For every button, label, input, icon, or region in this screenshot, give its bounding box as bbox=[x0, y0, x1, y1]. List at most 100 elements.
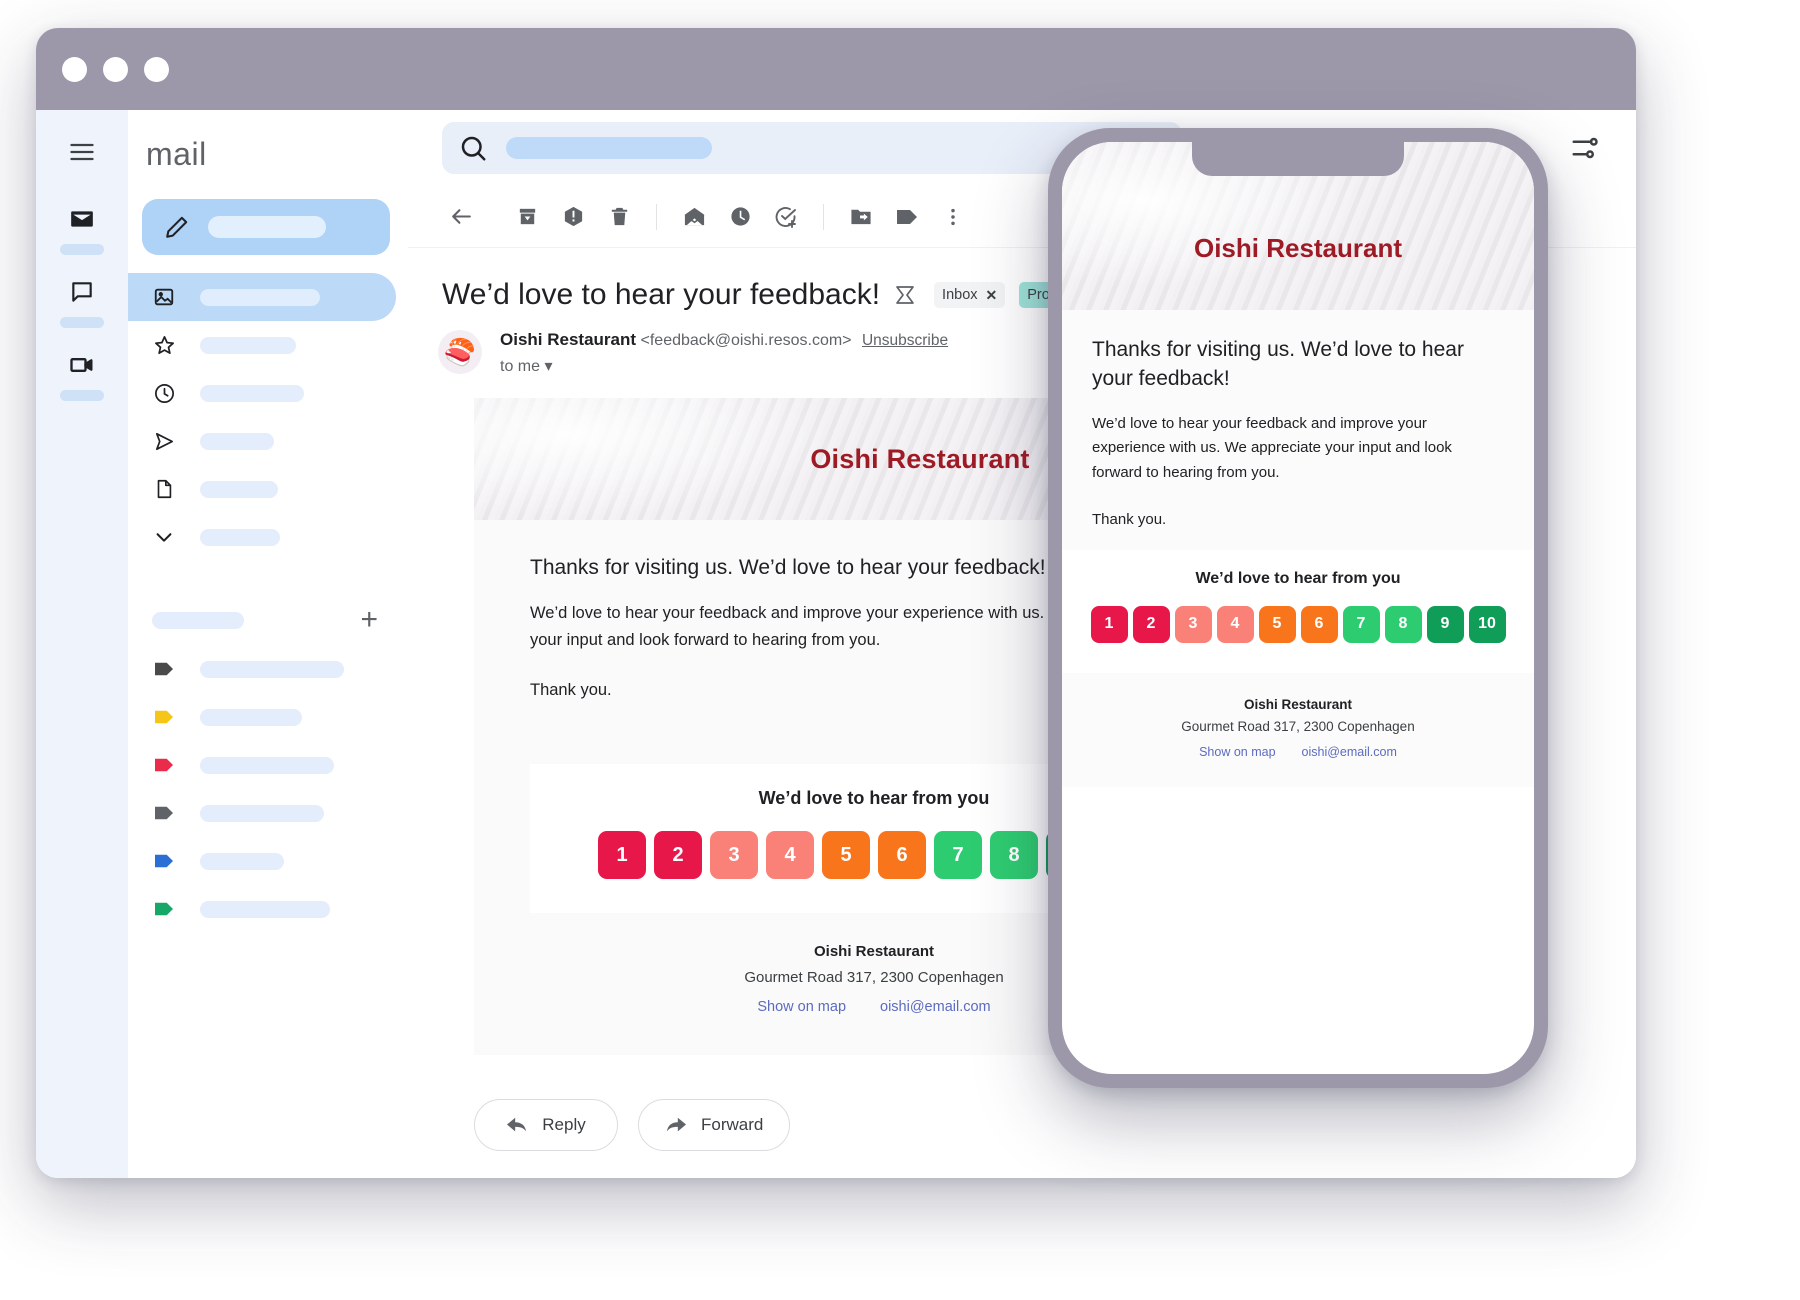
folder-item-sent[interactable] bbox=[128, 417, 408, 465]
search-icon bbox=[458, 133, 488, 163]
chat-bubble-icon bbox=[67, 277, 97, 307]
phone-rating-button-10[interactable]: 10 bbox=[1468, 605, 1506, 643]
rating-button-6[interactable]: 6 bbox=[878, 831, 926, 880]
phone-rating-button-2[interactable]: 2 bbox=[1132, 605, 1170, 643]
recipient-row[interactable]: to me ▾ bbox=[500, 356, 948, 376]
plus-icon[interactable]: + bbox=[360, 605, 378, 635]
more-options-icon[interactable] bbox=[930, 194, 976, 240]
back-icon[interactable] bbox=[438, 194, 484, 240]
tune-sliders-icon[interactable] bbox=[1570, 133, 1600, 163]
rail-item-mail[interactable] bbox=[60, 204, 104, 255]
pencil-icon bbox=[164, 214, 190, 240]
rail-label-skeleton bbox=[60, 244, 104, 255]
forward-button-label: Forward bbox=[701, 1115, 764, 1135]
sender-name: Oishi Restaurant bbox=[500, 330, 637, 349]
rail-label-skeleton bbox=[60, 317, 104, 328]
phone-rating-button-4[interactable]: 4 bbox=[1216, 605, 1254, 643]
phone-banner-title: Oishi Restaurant bbox=[1193, 232, 1403, 263]
label-item[interactable] bbox=[128, 645, 408, 693]
sushi-avatar-icon: 🍣 bbox=[443, 336, 477, 367]
rating-button-2[interactable]: 2 bbox=[654, 831, 702, 880]
recipient-caret-icon[interactable]: ▾ bbox=[544, 358, 552, 375]
rating-button-1[interactable]: 1 bbox=[598, 831, 646, 880]
phone-rating-button-8[interactable]: 8 bbox=[1384, 605, 1422, 643]
label-icon bbox=[152, 849, 176, 873]
unsubscribe-link[interactable]: Unsubscribe bbox=[862, 332, 948, 349]
label-icon bbox=[152, 897, 176, 921]
archive-icon[interactable] bbox=[504, 194, 550, 240]
label-text-skeleton bbox=[200, 708, 302, 726]
video-camera-icon bbox=[67, 350, 97, 380]
delete-icon[interactable] bbox=[596, 194, 642, 240]
rating-button-5[interactable]: 5 bbox=[822, 831, 870, 880]
folder-list-panel: mail + bbox=[128, 110, 408, 1178]
folder-label-skeleton bbox=[200, 432, 274, 450]
rating-button-8[interactable]: 8 bbox=[990, 831, 1038, 880]
phone-rating-button-5[interactable]: 5 bbox=[1258, 605, 1296, 643]
email-subject: We’d love to hear your feedback! bbox=[442, 278, 881, 311]
mark-unread-icon[interactable] bbox=[671, 194, 717, 240]
folder-item-photos[interactable] bbox=[128, 273, 396, 321]
report-spam-icon[interactable] bbox=[550, 194, 596, 240]
phone-rating-button-3[interactable]: 3 bbox=[1174, 605, 1212, 643]
folder-item-drafts[interactable] bbox=[128, 465, 408, 513]
folder-label-skeleton bbox=[200, 288, 320, 306]
screenshot-root: mail + We’d love to hear your feedback! … bbox=[0, 0, 1800, 1300]
show-on-map-link[interactable]: Show on map bbox=[757, 999, 846, 1015]
rail-item-chat[interactable] bbox=[60, 277, 104, 328]
folder-item-starred[interactable] bbox=[128, 321, 408, 369]
label-text-skeleton bbox=[200, 756, 334, 774]
phone-show-on-map-link[interactable]: Show on map bbox=[1199, 745, 1275, 759]
window-minimize-button[interactable] bbox=[103, 56, 128, 82]
mail-icon bbox=[67, 204, 97, 234]
email-link[interactable]: oishi@email.com bbox=[880, 999, 991, 1015]
snooze-clock-icon[interactable] bbox=[717, 194, 763, 240]
chip-inbox-remove-icon[interactable]: ✕ bbox=[986, 287, 998, 304]
label-item[interactable] bbox=[128, 693, 408, 741]
photo-icon bbox=[152, 285, 176, 309]
reply-button[interactable]: Reply bbox=[474, 1099, 618, 1152]
phone-footer-links: Show on map oishi@email.com bbox=[1062, 745, 1534, 759]
label-icon bbox=[152, 705, 176, 729]
phone-rating-button-6[interactable]: 6 bbox=[1300, 605, 1338, 643]
important-marker-icon[interactable] bbox=[894, 284, 920, 306]
labels-tag-icon[interactable] bbox=[884, 194, 930, 240]
sender-email: <feedback@oishi.resos.com> bbox=[640, 332, 852, 349]
label-item[interactable] bbox=[128, 837, 408, 885]
folder-label-skeleton bbox=[200, 480, 278, 498]
recipient-label: to me bbox=[500, 358, 541, 375]
hamburger-menu-icon[interactable] bbox=[68, 138, 96, 166]
window-maximize-button[interactable] bbox=[144, 56, 169, 82]
phone-email-footer: Oishi Restaurant Gourmet Road 317, 2300 … bbox=[1062, 672, 1534, 787]
compose-button[interactable] bbox=[142, 199, 390, 255]
phone-rating-title: We’d love to hear from you bbox=[1195, 569, 1401, 587]
label-text-skeleton bbox=[200, 900, 330, 918]
rating-button-4[interactable]: 4 bbox=[766, 831, 814, 880]
folder-item-more[interactable] bbox=[128, 513, 408, 561]
label-item[interactable] bbox=[128, 741, 408, 789]
send-icon bbox=[152, 429, 176, 453]
phone-rating-button-9[interactable]: 9 bbox=[1426, 605, 1464, 643]
phone-footer-address: Gourmet Road 317, 2300 Copenhagen bbox=[1181, 718, 1415, 734]
phone-email-link[interactable]: oishi@email.com bbox=[1302, 745, 1397, 759]
labels-title-skeleton bbox=[152, 611, 244, 629]
labels-section-header: + bbox=[128, 597, 408, 645]
rating-button-3[interactable]: 3 bbox=[710, 831, 758, 880]
rating-button-7[interactable]: 7 bbox=[934, 831, 982, 880]
add-to-tasks-icon[interactable] bbox=[763, 194, 809, 240]
move-to-folder-icon[interactable] bbox=[838, 194, 884, 240]
phone-mockup: Oishi Restaurant Thanks for visiting us.… bbox=[1048, 128, 1548, 1088]
folder-item-snoozed[interactable] bbox=[128, 369, 408, 417]
label-item[interactable] bbox=[128, 789, 408, 837]
chip-inbox[interactable]: Inbox ✕ bbox=[934, 282, 1006, 308]
label-icon bbox=[152, 657, 176, 681]
label-item[interactable] bbox=[128, 885, 408, 933]
phone-rating-button-1[interactable]: 1 bbox=[1090, 605, 1128, 643]
folder-label-skeleton bbox=[200, 528, 280, 546]
rail-item-meet[interactable] bbox=[60, 350, 104, 401]
window-close-button[interactable] bbox=[62, 56, 87, 82]
phone-rating-button-7[interactable]: 7 bbox=[1342, 605, 1380, 643]
document-icon bbox=[152, 477, 176, 501]
phone-screen: Oishi Restaurant Thanks for visiting us.… bbox=[1062, 142, 1534, 1074]
forward-button[interactable]: Forward bbox=[638, 1099, 791, 1152]
